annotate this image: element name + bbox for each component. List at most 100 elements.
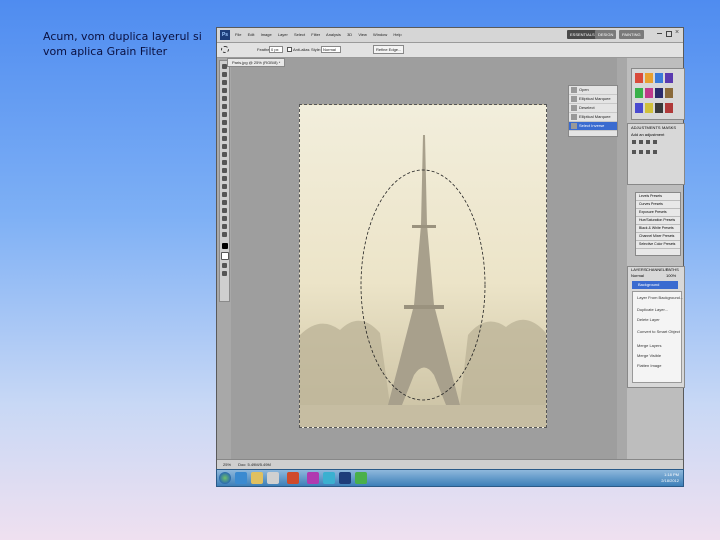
file-explorer-icon[interactable] xyxy=(251,472,263,484)
hue-saturation-icon[interactable] xyxy=(639,150,643,154)
menu-window[interactable]: Window xyxy=(373,32,387,37)
tab-adjustments[interactable]: ADJUSTMENTS xyxy=(631,125,661,130)
path-select-tool-icon[interactable] xyxy=(222,192,227,197)
crop-tool-icon[interactable] xyxy=(222,96,227,101)
workspace-design-button[interactable]: DESIGN xyxy=(595,30,617,39)
photoshop-taskbar-icon[interactable] xyxy=(339,472,351,484)
close-icon[interactable]: × xyxy=(675,29,679,36)
style-swatch[interactable] xyxy=(645,73,653,83)
preset-item[interactable]: Hue/Saturation Presets xyxy=(636,217,680,225)
tab-layers[interactable]: LAYERS xyxy=(631,267,647,272)
black-white-icon[interactable] xyxy=(653,150,657,154)
style-swatch[interactable] xyxy=(655,73,663,83)
workspace-essentials-button[interactable]: ESSENTIALS xyxy=(567,30,598,39)
type-tool-icon[interactable] xyxy=(222,184,227,189)
menu-duplicate-layer[interactable]: Duplicate Layer... xyxy=(637,306,683,313)
feather-input[interactable]: 0 px xyxy=(269,46,283,53)
maximize-icon[interactable] xyxy=(666,31,672,37)
shape-tool-icon[interactable] xyxy=(222,200,227,205)
adjustment-icons-row-1[interactable] xyxy=(632,140,676,146)
menu-merge-visible[interactable]: Merge Visible xyxy=(637,352,683,359)
style-swatch[interactable] xyxy=(645,88,653,98)
clone-stamp-tool-icon[interactable] xyxy=(222,128,227,133)
style-swatch[interactable] xyxy=(655,88,663,98)
style-swatch[interactable] xyxy=(635,73,643,83)
quick-select-tool-icon[interactable] xyxy=(222,88,227,93)
curves-icon[interactable] xyxy=(646,140,650,144)
firefox-icon[interactable] xyxy=(287,472,299,484)
menu-file[interactable]: File xyxy=(235,32,241,37)
menu-analysis[interactable]: Analysis xyxy=(326,32,341,37)
tab-channels[interactable]: CHANNELS xyxy=(646,267,668,272)
zoom-level[interactable]: 25% xyxy=(223,462,231,467)
lasso-tool-icon[interactable] xyxy=(222,80,227,85)
refine-edge-button[interactable]: Refine Edge... xyxy=(373,45,405,54)
menu-help[interactable]: Help xyxy=(393,32,401,37)
tab-masks[interactable]: MASKS xyxy=(662,125,676,130)
menu-convert-smart-object[interactable]: Convert to Smart Object xyxy=(637,328,683,335)
pen-tool-icon[interactable] xyxy=(222,176,227,181)
brightness-icon[interactable] xyxy=(632,140,636,144)
background-color-swatch[interactable] xyxy=(220,252,229,260)
3d-rotate-tool-icon[interactable] xyxy=(222,208,227,213)
style-swatch[interactable] xyxy=(665,88,673,98)
tab-paths[interactable]: PATHS xyxy=(666,267,679,272)
media-player-icon[interactable] xyxy=(267,472,279,484)
antialias-checkbox[interactable] xyxy=(287,47,292,52)
history-item[interactable]: Elliptical Marquee xyxy=(569,95,617,104)
blur-tool-icon[interactable] xyxy=(222,160,227,165)
preset-item[interactable]: Channel Mixer Presets xyxy=(636,233,680,241)
eraser-tool-icon[interactable] xyxy=(222,144,227,149)
dodge-tool-icon[interactable] xyxy=(222,168,227,173)
opacity-field[interactable]: 100% xyxy=(666,273,676,278)
elliptical-marquee-icon[interactable] xyxy=(221,46,229,53)
history-brush-tool-icon[interactable] xyxy=(222,136,227,141)
workspace-painting-button[interactable]: PAINTING xyxy=(619,30,644,39)
preset-item[interactable]: Curves Presets xyxy=(636,201,680,209)
vibrance-icon[interactable] xyxy=(632,150,636,154)
color-balance-icon[interactable] xyxy=(646,150,650,154)
app-icon-2[interactable] xyxy=(355,472,367,484)
menu-merge-layers[interactable]: Merge Layers xyxy=(637,342,683,349)
preset-item[interactable]: Levels Presets xyxy=(636,193,680,201)
preset-item[interactable]: Selective Color Presets xyxy=(636,241,680,249)
style-swatch[interactable] xyxy=(655,103,663,113)
menu-3d[interactable]: 3D xyxy=(347,32,352,37)
adjustment-icons-row-2[interactable] xyxy=(632,150,676,156)
menu-layer-from-background[interactable]: Layer From Background... xyxy=(637,294,683,301)
marquee-tool-icon[interactable] xyxy=(222,72,227,77)
zoom-tool-icon[interactable] xyxy=(222,232,227,237)
screen-mode-icon[interactable] xyxy=(222,271,227,276)
history-item[interactable]: Open xyxy=(569,86,617,95)
foreground-color-swatch[interactable] xyxy=(221,243,228,249)
menu-edit[interactable]: Edit xyxy=(248,32,255,37)
history-item[interactable]: Deselect xyxy=(569,104,617,113)
gradient-tool-icon[interactable] xyxy=(222,152,227,157)
menu-view[interactable]: View xyxy=(358,32,367,37)
history-item[interactable]: Elliptical Marquee xyxy=(569,113,617,122)
menu-delete-layer[interactable]: Delete Layer xyxy=(637,316,683,323)
brush-tool-icon[interactable] xyxy=(222,120,227,125)
app-icon[interactable] xyxy=(307,472,319,484)
history-item-active[interactable]: Select Inverse xyxy=(569,122,617,131)
menu-layer[interactable]: Layer xyxy=(278,32,288,37)
start-button-icon[interactable] xyxy=(219,472,231,484)
system-clock[interactable]: 1:18 PM 2/18/2012 xyxy=(661,472,679,484)
blend-mode-select[interactable]: Normal xyxy=(631,273,644,278)
exposure-icon[interactable] xyxy=(653,140,657,144)
eyedropper-tool-icon[interactable] xyxy=(222,104,227,109)
3d-orbit-tool-icon[interactable] xyxy=(222,216,227,221)
document-tab[interactable]: Paris.jpg @ 25% (RGB/8) * xyxy=(227,58,286,67)
messenger-icon[interactable] xyxy=(323,472,335,484)
levels-icon[interactable] xyxy=(639,140,643,144)
style-select[interactable]: Normal xyxy=(321,46,341,53)
internet-explorer-icon[interactable] xyxy=(235,472,247,484)
menu-flatten-image[interactable]: Flatten Image xyxy=(637,362,683,369)
menu-select[interactable]: Select xyxy=(294,32,305,37)
style-swatch[interactable] xyxy=(665,73,673,83)
style-swatch[interactable] xyxy=(635,103,643,113)
healing-brush-tool-icon[interactable] xyxy=(222,112,227,117)
style-swatch[interactable] xyxy=(665,103,673,113)
preset-item[interactable]: Exposure Presets xyxy=(636,209,680,217)
quick-mask-icon[interactable] xyxy=(222,263,227,268)
